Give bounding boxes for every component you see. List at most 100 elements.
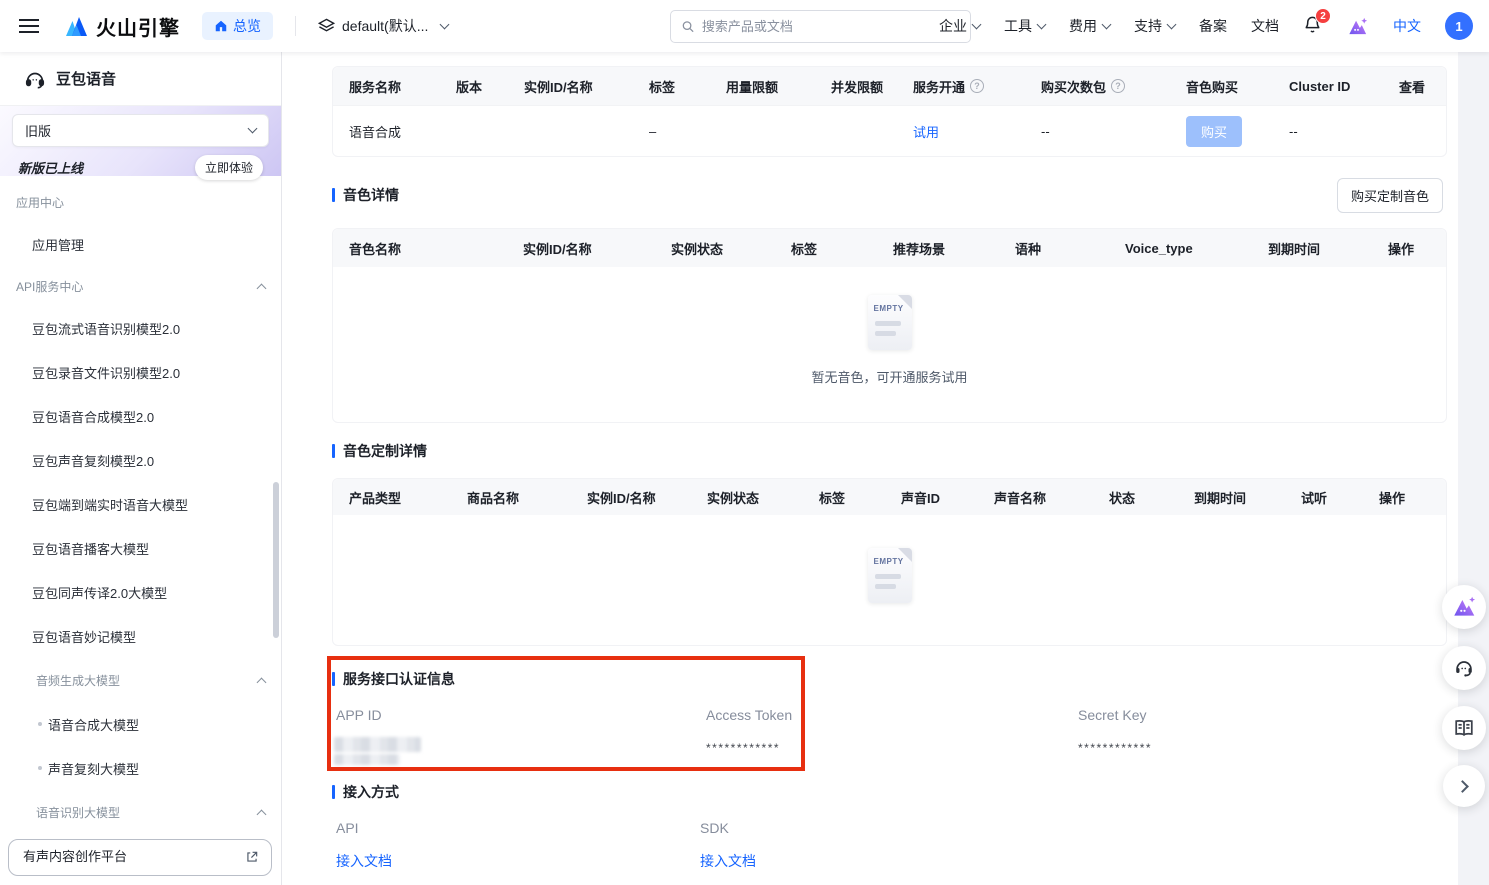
service-table-row: 语音合成 – 试用 -- 购买 -- [333,105,1446,156]
audio-creation-platform-link[interactable]: 有声内容创作平台 [8,839,272,876]
header-cell: 语种 [1015,239,1125,258]
navbar-right: 企业 工具 费用 支持 备案 文档 2 中文 1 [939,0,1473,52]
secret-key-value: ************ [1078,741,1152,755]
chevron-down-icon [440,19,450,29]
nav-menu-docs[interactable]: 文档 [1251,16,1279,36]
version-select[interactable]: 旧版 [12,114,269,147]
header-cell: 操作 [1388,239,1446,258]
sidebar-item-podcast[interactable]: 豆包语音播客大模型 [0,526,281,570]
header-cell: 服务名称 [349,77,456,96]
voice-detail-empty-state: EMPTY 暂无音色，可开通服务试用 [333,267,1446,422]
api-doc-link[interactable]: 接入文档 [336,851,392,871]
external-link-icon [245,850,259,864]
service-table: 服务名称 版本 实例ID/名称 标签 用量限额 并发限额 服务开通? 购买次数包… [332,66,1447,157]
sidebar-section-api-center[interactable]: API服务中心 [0,266,281,306]
sidebar-item-app-manage[interactable]: 应用管理 [0,222,281,266]
notification-bell-button[interactable]: 2 [1303,15,1322,37]
app-id-masked-value [334,754,400,765]
ai-assistant-float-button[interactable] [1442,585,1486,629]
voice-detail-title: 音色详情 [332,185,399,205]
doubao-voice-headset-icon [24,68,46,90]
sdk-doc-link[interactable]: 接入文档 [700,851,756,871]
brand-name: 火山引擎 [96,12,180,41]
header-cell: Cluster ID [1289,79,1399,94]
nav-menu-icp[interactable]: 备案 [1199,16,1227,36]
sidebar: 豆包语音 旧版 新版已上线 立即体验 应用中心 应用管理 API服务中心 豆包流… [0,52,282,885]
sidebar-scrollbar[interactable] [273,482,279,638]
ai-assistant-icon[interactable] [1346,15,1369,38]
access-section-title: 接入方式 [332,782,399,802]
language-switcher[interactable]: 中文 [1393,16,1421,36]
nav-menu-support[interactable]: 支持 [1134,16,1175,36]
avatar[interactable]: 1 [1445,12,1473,40]
sdk-label: SDK [700,820,729,836]
header-cell: 声音名称 [994,488,1109,507]
sidebar-item-voice-clone-2[interactable]: 豆包声音复刻模型2.0 [0,438,281,482]
search-input[interactable] [702,19,960,34]
empty-state-text: 暂无音色，可开通服务试用 [811,367,967,386]
sidebar-item-clone-large[interactable]: 声音复刻大模型 [0,746,281,790]
chevron-down-icon [248,124,258,134]
nav-menu-tools[interactable]: 工具 [1004,16,1045,36]
header-cell: 实例ID/名称 [523,239,671,258]
footer-link-label: 有声内容创作平台 [23,849,127,864]
voice-custom-title: 音色定制详情 [332,441,427,461]
voice-custom-empty-state: EMPTY [333,515,1446,645]
doc-line [875,321,901,326]
header-cell: 标签 [791,239,893,258]
empty-icon-label: EMPTY [874,304,904,313]
help-icon[interactable]: ? [970,79,984,93]
trial-link[interactable]: 试用 [913,122,939,141]
buy-button[interactable]: 购买 [1186,116,1242,147]
voice-custom-table: 产品类型 商品名称 实例ID/名称 实例状态 标签 声音ID 声音名称 状态 到… [332,478,1447,646]
cluster-id-cell: -- [1289,124,1399,139]
help-icon[interactable]: ? [1111,79,1125,93]
chevron-down-icon [1167,19,1177,29]
collapse-panel-button[interactable] [1443,765,1485,807]
headset-support-icon [1453,657,1475,679]
hamburger-menu-icon[interactable] [19,19,39,33]
header-cell: 到期时间 [1194,488,1301,507]
header-cell: 商品名称 [467,488,587,507]
support-float-button[interactable] [1442,646,1486,690]
doc-line [875,584,896,589]
auth-section-title: 服务接口认证信息 [332,669,455,689]
sidebar-item-miaoji[interactable]: 豆包语音妙记模型 [0,614,281,658]
sidebar-group-asr-large[interactable]: 语音识别大模型 [0,790,281,834]
right-gutter [1458,52,1489,885]
header-cell: 声音ID [901,488,994,507]
overview-button[interactable]: 总览 [202,12,273,40]
brand-logo[interactable]: 火山引擎 [63,12,180,41]
docs-float-button[interactable] [1442,706,1486,750]
package-cell: -- [1041,124,1186,139]
chevron-up-icon [257,809,267,819]
bullet-icon [38,722,42,726]
global-search[interactable] [670,10,971,43]
sidebar-item-file-asr-2[interactable]: 豆包录音文件识别模型2.0 [0,350,281,394]
version-banner: 旧版 新版已上线 立即体验 [0,106,281,176]
sidebar-item-simul-interp[interactable]: 豆包同声传译2.0大模型 [0,570,281,614]
sidebar-item-e2e-realtime[interactable]: 豆包端到端实时语音大模型 [0,482,281,526]
secret-key-label: Secret Key [1078,707,1146,723]
version-select-value: 旧版 [25,121,51,140]
sidebar-group-audio-gen[interactable]: 音频生成大模型 [0,658,281,702]
nav-menu-enterprise[interactable]: 企业 [939,16,980,36]
new-version-text: 新版已上线 [18,158,83,177]
sidebar-item-tts-2[interactable]: 豆包语音合成模型2.0 [0,394,281,438]
nav-menu-billing[interactable]: 费用 [1069,16,1110,36]
empty-icon-label: EMPTY [874,557,904,566]
sidebar-item-stream-asr-2[interactable]: 豆包流式语音识别模型2.0 [0,306,281,350]
project-selector[interactable]: default(默认... [318,16,448,36]
try-now-button[interactable]: 立即体验 [195,155,263,180]
header-cell: 用量限额 [726,77,831,96]
service-table-header: 服务名称 版本 实例ID/名称 标签 用量限额 并发限额 服务开通? 购买次数包… [333,67,1446,105]
sidebar-item-tts-large[interactable]: 语音合成大模型 [0,702,281,746]
chevron-down-icon [1102,19,1112,29]
access-token-value: ************ [706,741,780,755]
voice-custom-header: 产品类型 商品名称 实例ID/名称 实例状态 标签 声音ID 声音名称 状态 到… [333,479,1446,515]
tag-cell: – [649,124,726,139]
app-id-label: APP ID [336,707,382,723]
header-cell: 实例ID/名称 [587,488,707,507]
buy-custom-voice-button[interactable]: 购买定制音色 [1337,178,1443,213]
voice-detail-table: 音色名称 实例ID/名称 实例状态 标签 推荐场景 语种 Voice_type … [332,228,1447,423]
